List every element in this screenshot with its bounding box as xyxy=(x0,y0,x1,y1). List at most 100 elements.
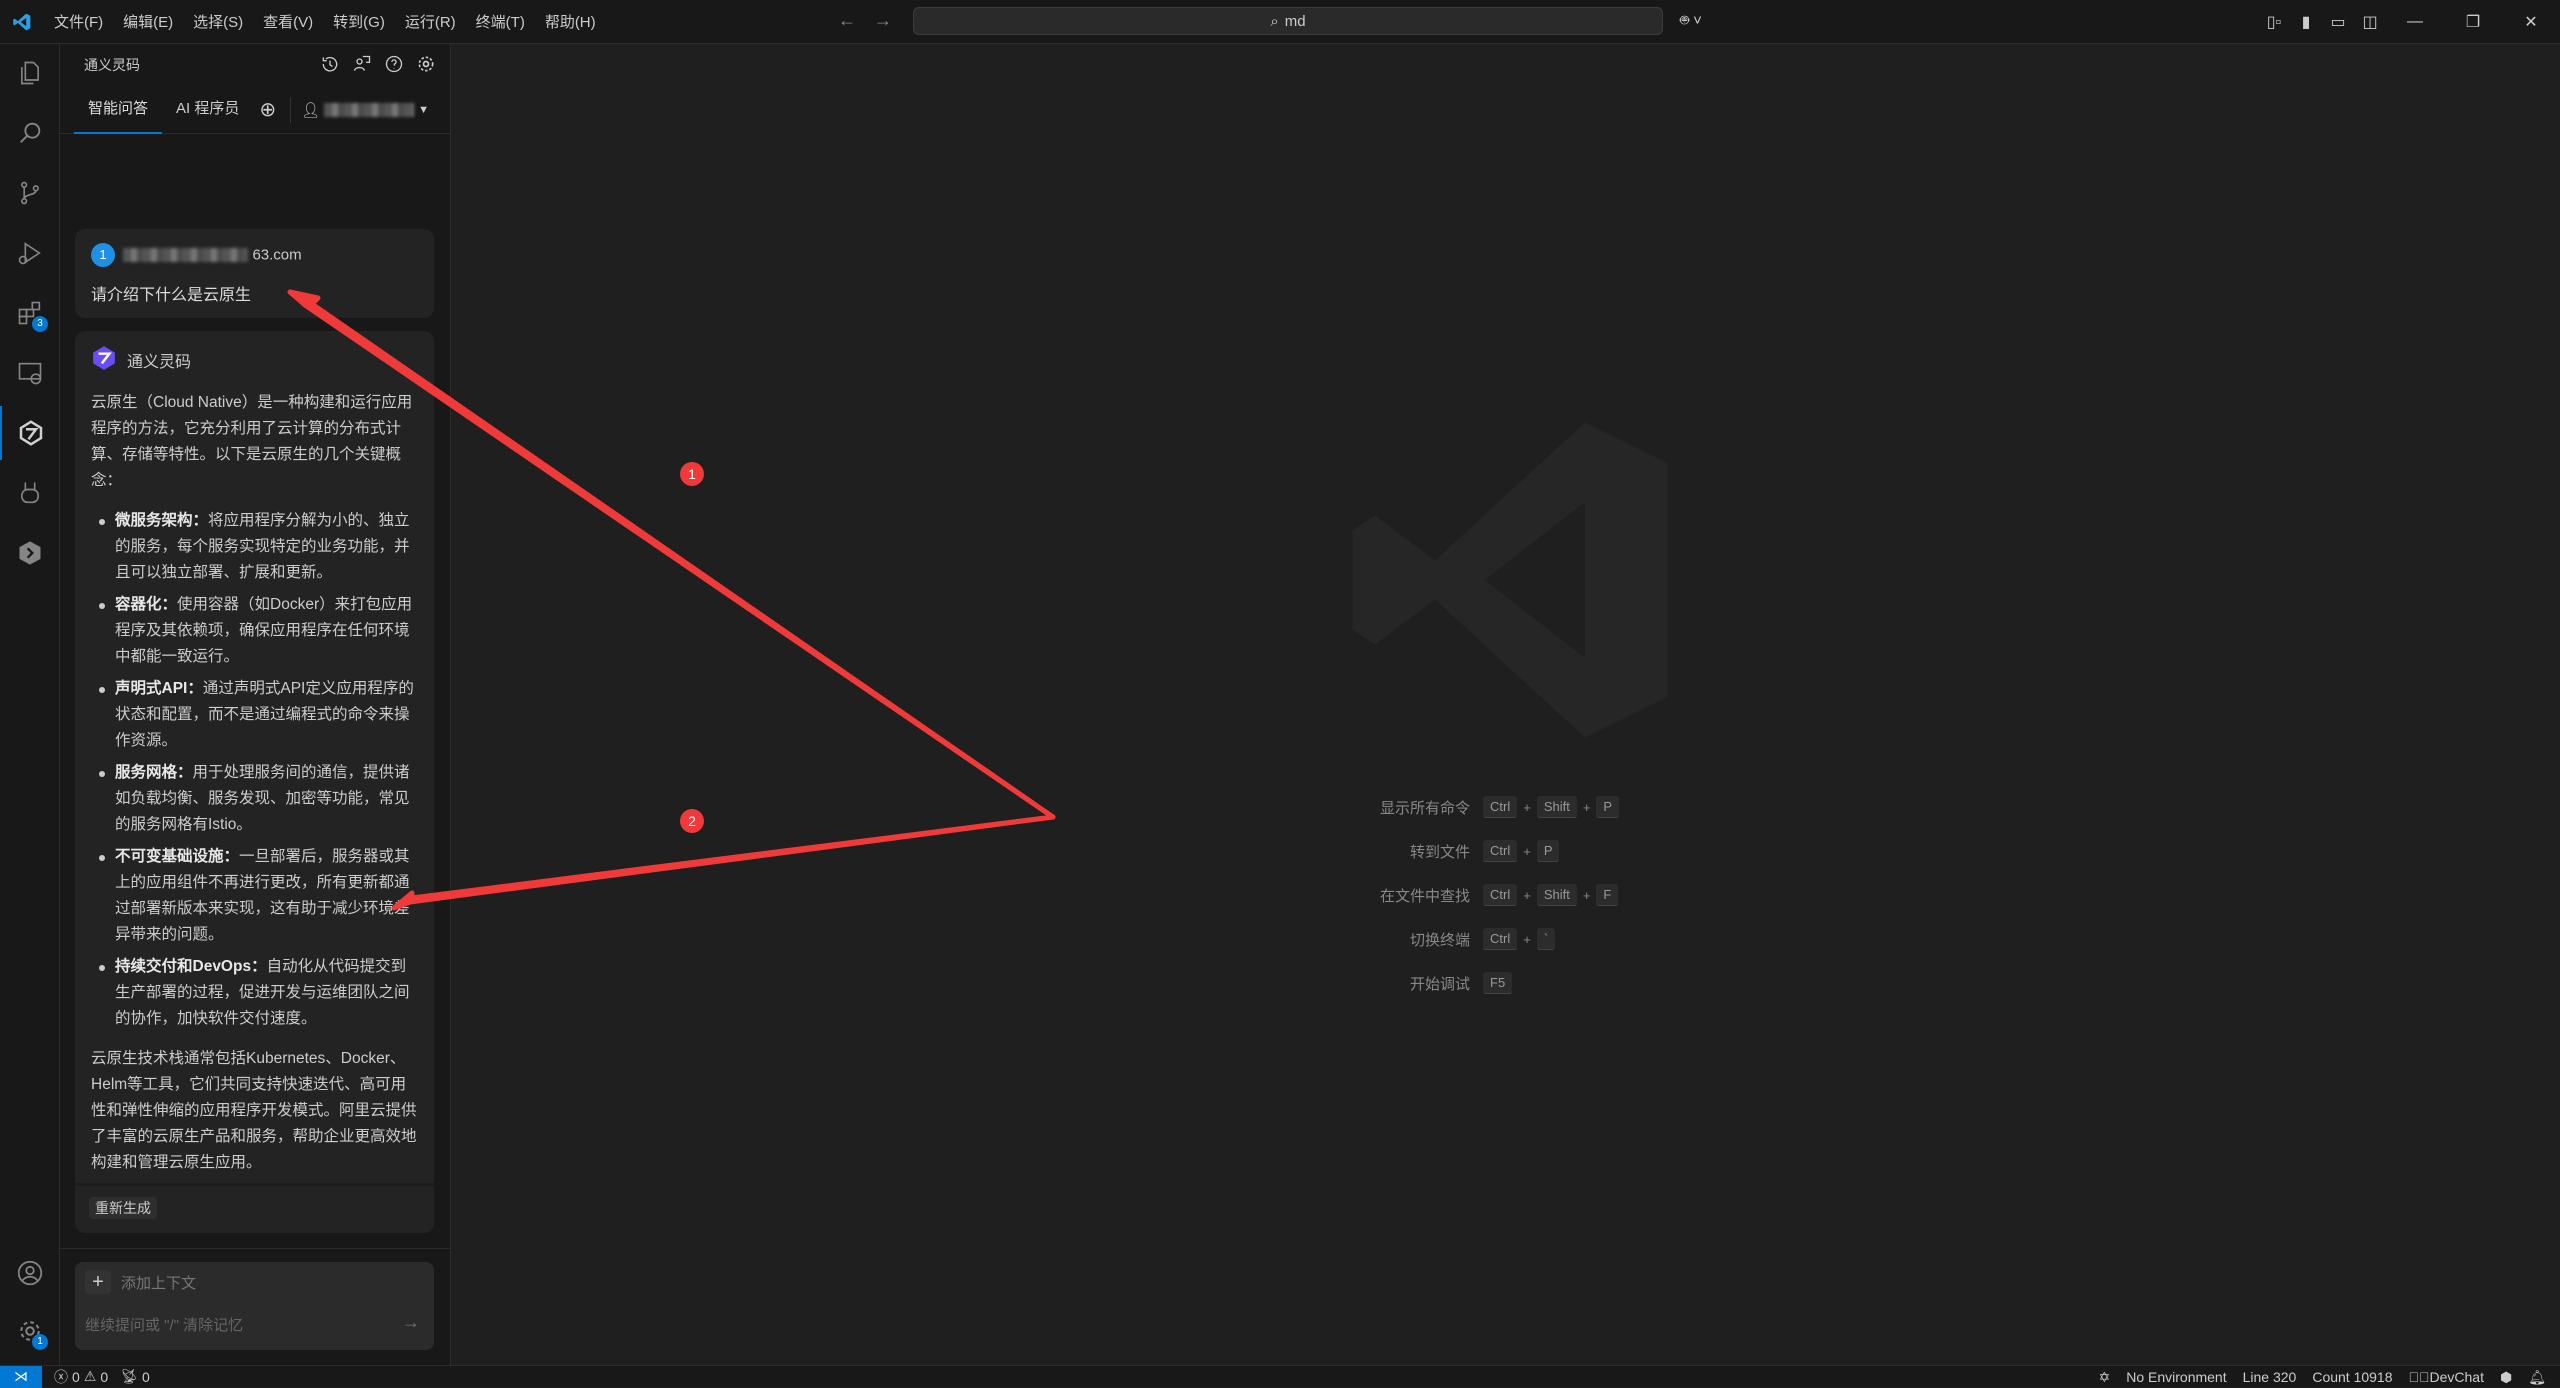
ai-name: 通义灵码 xyxy=(127,353,192,371)
annotation-badge-1 xyxy=(680,462,704,486)
ai-summary: 云原生技术栈通常包括Kubernetes、Docker、Helm等工具，它们共同… xyxy=(91,1050,417,1171)
error-icon: ⓧ xyxy=(54,1368,68,1385)
extensions-icon[interactable]: 3 xyxy=(0,286,60,340)
list-item: 微服务架构：将应用程序分解为小的、独立的服务，每个服务实现特定的业务功能，并且可… xyxy=(91,508,418,586)
shortcut-row: 转到文件 Ctrl + P xyxy=(1300,829,1800,873)
menu-go[interactable]: 转到(G) xyxy=(323,11,395,32)
tongyi-logo-icon xyxy=(91,345,117,380)
explorer-icon[interactable] xyxy=(0,46,60,100)
run-debug-icon[interactable] xyxy=(0,226,60,280)
notifications-bell-icon[interactable]: 🔔︎ xyxy=(2528,1369,2546,1386)
devchat-status[interactable]: ✓⃝DevChat xyxy=(2409,1369,2484,1385)
annotation-arrow-2 xyxy=(391,814,1056,911)
menu-view[interactable]: 查看(V) xyxy=(253,11,323,32)
help-icon[interactable] xyxy=(384,54,404,79)
ai-intro: 云原生（Cloud Native）是一种构建和运行应用程序的方法，它充分利用了云… xyxy=(91,394,413,489)
title-bar: 文件(F) 编辑(E) 选择(S) 查看(V) 转到(G) 运行(R) 终端(T… xyxy=(0,0,2560,44)
back-arrow-icon[interactable]: ← xyxy=(838,10,856,31)
tongyi-lingma-icon[interactable] xyxy=(0,406,60,460)
tab-smart-qa[interactable]: 智能问答 xyxy=(74,86,163,134)
shortcut-row: 显示所有命令 Ctrl + Shift + P xyxy=(1300,785,1800,829)
remote-indicator-icon[interactable]: ⋊ xyxy=(0,1365,42,1388)
warning-icon: ⚠ xyxy=(83,1368,97,1384)
status-bar: ⋊ ⓧ 0 ⚠ 0 📡︎ 0 ✡ No Environment Line 320 Cou… xyxy=(0,1365,2560,1388)
divider xyxy=(60,1248,451,1249)
forward-arrow-icon[interactable]: → xyxy=(874,10,892,31)
blurred-email xyxy=(123,248,249,262)
menu-selection[interactable]: 选择(S) xyxy=(183,11,253,32)
tongyi-status-icon[interactable]: ✡ xyxy=(2098,1369,2110,1386)
shortcut-row: 在文件中查找 Ctrl + Shift + F xyxy=(1300,873,1800,917)
avatar: 1 xyxy=(91,243,115,267)
list-item: 不可变基础设施：一旦部署后，服务器或其上的应用组件不再进行更改，所有更新都通过部… xyxy=(91,844,418,948)
customize-layout-icon[interactable]: ▯▫ xyxy=(2258,12,2290,32)
copilot-icon[interactable]: 🤖︎ ˅ xyxy=(1680,10,1702,31)
panel-title: 通义灵码 xyxy=(84,57,140,73)
annotation-badge-2 xyxy=(680,809,704,833)
count-status[interactable]: Count 10918 xyxy=(2312,1369,2392,1385)
search-text: md xyxy=(1284,12,1306,30)
regenerate-button[interactable]: 重新生成 xyxy=(89,1197,157,1219)
extensions-badge: 3 xyxy=(32,316,48,332)
menu-file[interactable]: 文件(F) xyxy=(44,11,113,32)
blurred-username xyxy=(324,102,415,117)
add-context-label[interactable]: 添加上下文 xyxy=(121,1272,196,1293)
list-item: 服务网格：用于处理服务间的通信，提供诸如负载均衡、服务发现、加密等功能，常见的服… xyxy=(91,760,418,838)
search-icon[interactable] xyxy=(0,106,60,160)
settings-badge: 1 xyxy=(32,1334,48,1350)
environment-status[interactable]: No Environment xyxy=(2126,1369,2226,1385)
panel-tabs: 智能问答 AI 程序员 ⊕ 👤︎ ▼ xyxy=(60,86,450,134)
codegeex-status-icon[interactable]: ⬢ xyxy=(2500,1369,2512,1386)
user-email-suffix: 63.com xyxy=(252,246,302,264)
chat-input[interactable]: + 添加上下文 继续提问或 "/" 清除记忆 → xyxy=(75,1262,434,1350)
tongyi-side-panel: 通义灵码 智能问答 AI 程序员 ⊕ 👤︎ ▼ 1 63.com 请介绍下什么是… xyxy=(60,44,451,1365)
user-dropdown-icon[interactable]: ▼ xyxy=(418,104,429,116)
source-control-icon[interactable] xyxy=(0,166,60,220)
list-item: 持续交付和DevOps：自动化从代码提交到生产部署的过程，促进开发与运维团队之间… xyxy=(91,954,418,1032)
manage-gear-icon[interactable]: 1 xyxy=(0,1304,60,1358)
list-item: 容器化：使用容器（如Docker）来打包应用程序及其依赖项，确保应用程序在任何环… xyxy=(91,592,418,670)
toggle-secondary-sidebar-icon[interactable]: ◫ xyxy=(2354,12,2386,32)
annotation-badge-2-label: 2 xyxy=(688,813,696,829)
user-icon: 👤︎ xyxy=(301,101,321,119)
restore-button[interactable]: ❐ xyxy=(2444,12,2502,32)
search-icon: ⌕ xyxy=(1270,12,1279,30)
user-question: 请介绍下什么是云原生 xyxy=(91,287,252,304)
menu-terminal[interactable]: 终端(T) xyxy=(466,11,535,32)
shortcut-row: 切换终端 Ctrl + ` xyxy=(1300,917,1800,961)
menu-bar: 文件(F) 编辑(E) 选择(S) 查看(V) 转到(G) 运行(R) 终端(T… xyxy=(44,11,606,32)
menu-help[interactable]: 帮助(H) xyxy=(535,11,606,32)
line-status[interactable]: Line 320 xyxy=(2243,1369,2297,1385)
history-icon[interactable] xyxy=(320,54,340,79)
ports-indicator[interactable]: 📡︎ 0 xyxy=(120,1368,150,1385)
broadcast-icon: 📡︎ xyxy=(120,1368,138,1384)
feedback-icon[interactable] xyxy=(352,54,372,79)
welcome-shortcuts: 显示所有命令 Ctrl + Shift + P 转到文件 Ctrl + P 在文件中查找 Ctrl… xyxy=(1300,785,1800,1005)
list-item: 声明式API：通过声明式API定义应用程序的状态和配置，而不是通过编程式的命令来… xyxy=(91,676,418,754)
shortcut-row: 开始调试 F5 xyxy=(1300,961,1800,1005)
menu-run[interactable]: 运行(R) xyxy=(395,11,466,32)
toggle-sidebar-icon[interactable]: ▮ xyxy=(2290,12,2322,32)
add-context-plus-icon[interactable]: + xyxy=(85,1270,111,1294)
settings-gear-icon[interactable] xyxy=(416,54,436,79)
problems-indicator[interactable]: ⓧ 0 ⚠ 0 xyxy=(54,1367,108,1387)
concept-list: 微服务架构：将应用程序分解为小的、独立的服务，每个服务实现特定的业务功能，并且可… xyxy=(91,508,418,1032)
new-chat-plus-icon[interactable]: ⊕ xyxy=(259,97,276,122)
check-circle-icon: ✓⃝ xyxy=(2408,1369,2430,1385)
codegeex-icon[interactable] xyxy=(0,526,60,580)
remote-explorer-icon[interactable] xyxy=(0,346,60,400)
input-placeholder[interactable]: 继续提问或 "/" 清除记忆 xyxy=(85,1314,243,1335)
close-button[interactable]: ✕ xyxy=(2502,12,2560,32)
toggle-panel-icon[interactable]: ▭ xyxy=(2322,12,2354,32)
minimize-button[interactable]: — xyxy=(2386,13,2444,31)
activity-bar: 3 1 xyxy=(0,44,60,1365)
annotation-badge-1-label: 1 xyxy=(688,466,696,482)
vscode-logo-icon xyxy=(0,0,44,44)
menu-edit[interactable]: 编辑(E) xyxy=(113,11,183,32)
account-icon[interactable] xyxy=(0,1246,60,1300)
ai-response-card: 通义灵码 云原生（Cloud Native）是一种构建和运行应用程序的方法，它充… xyxy=(75,331,434,1233)
devchat-rabbit-icon[interactable] xyxy=(0,466,60,520)
tab-ai-programmer[interactable]: AI 程序员 xyxy=(162,86,253,134)
send-arrow-icon[interactable]: → xyxy=(402,1312,420,1333)
command-center-search[interactable]: ⌕ md xyxy=(913,7,1663,35)
